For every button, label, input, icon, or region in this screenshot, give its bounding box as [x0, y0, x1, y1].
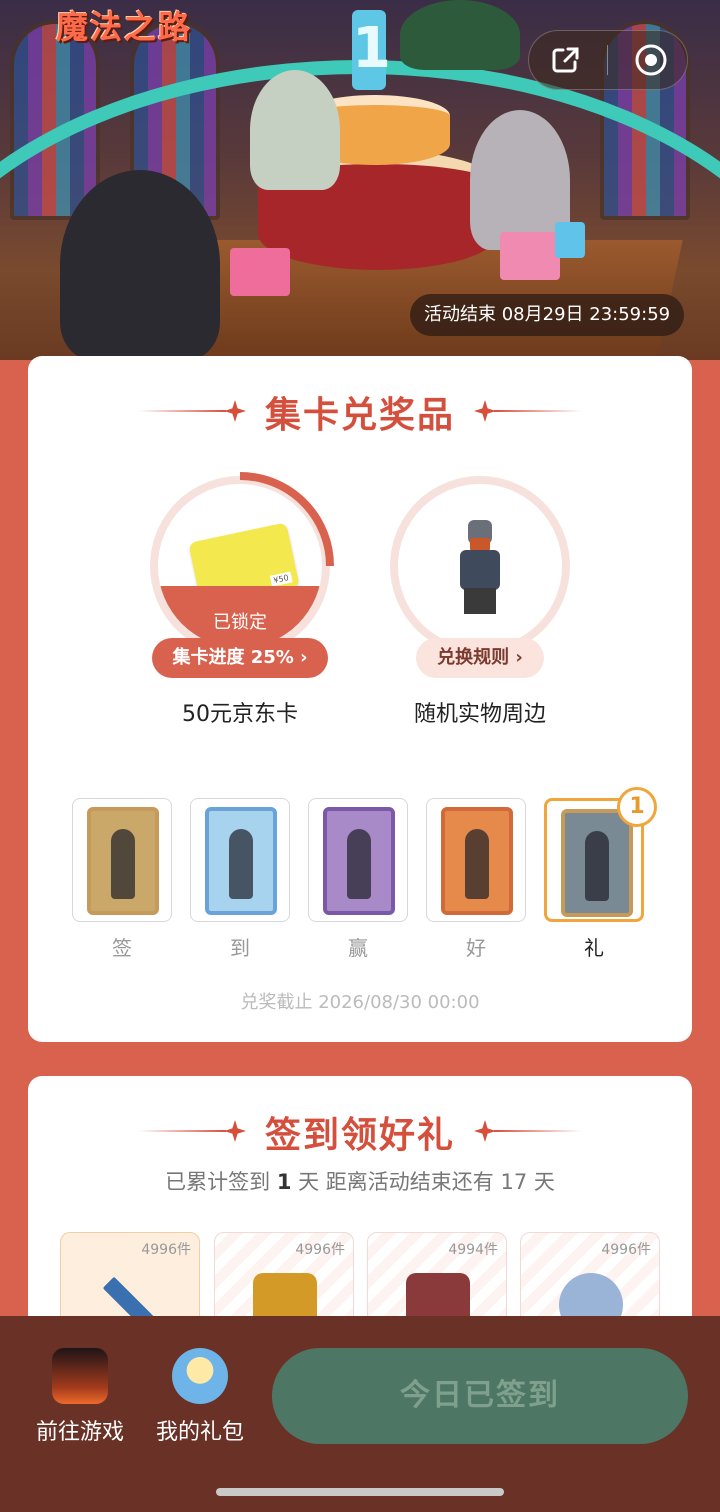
- card-character-label: 好: [466, 936, 486, 960]
- chevron-right-icon: ›: [300, 647, 308, 668]
- mini-program-capsule: [528, 30, 688, 90]
- character-card[interactable]: [72, 798, 172, 922]
- collect-cards-panel: 集卡兑奖品 ¥50 已锁定 集卡进度 25% › 50元京东卡 兑换规则 › 随…: [28, 356, 692, 1042]
- capsule-divider: [607, 45, 609, 75]
- character-cards-row: 1: [72, 787, 657, 928]
- game-app-icon: [52, 1348, 108, 1404]
- warrior-figure-image: [452, 520, 508, 614]
- card-character-label: 赢: [348, 936, 368, 960]
- card-count-badge: 1: [617, 787, 657, 827]
- prize-random-merch[interactable]: [390, 476, 570, 656]
- share-button[interactable]: [535, 30, 595, 90]
- exchange-rules-button[interactable]: 兑换规则 ›: [416, 638, 544, 678]
- game-logo: 魔法之路: [56, 8, 193, 46]
- card-artwork: [323, 807, 395, 915]
- title-divider-right: [494, 1130, 582, 1132]
- days-signed-count: 1: [276, 1170, 292, 1194]
- event-banner: 1 魔法之路 活动结束 08月29日 23:59:59: [0, 0, 720, 360]
- my-gifts-label: 我的礼包: [155, 1420, 244, 1445]
- redeem-deadline: 兑奖截止 2026/08/30 00:00: [240, 992, 480, 1013]
- collect-progress-button[interactable]: 集卡进度 25% ›: [152, 638, 328, 678]
- go-to-game-button[interactable]: 前往游戏: [30, 1348, 130, 1446]
- banner-character-mage: [60, 170, 220, 360]
- candle-number: 1: [352, 16, 391, 81]
- bottom-action-bar: 前往游戏 我的礼包 今日已签到: [0, 1316, 720, 1512]
- prize-name: 50元京东卡: [182, 702, 298, 727]
- card-artwork: [441, 807, 513, 915]
- progress-ring: [146, 472, 334, 660]
- summary-suffix: 天 距离活动结束还有 17 天: [291, 1170, 555, 1194]
- character-card[interactable]: 1: [544, 787, 657, 922]
- share-icon: [552, 47, 579, 73]
- my-gifts-button[interactable]: 我的礼包: [148, 1348, 252, 1446]
- go-to-game-label: 前往游戏: [35, 1420, 124, 1445]
- banner-character-archer: [400, 0, 520, 70]
- card-artwork: [561, 809, 633, 917]
- card-artwork: [87, 807, 159, 915]
- home-indicator: [216, 1488, 504, 1496]
- signed-today-button[interactable]: 今日已签到: [272, 1348, 688, 1444]
- record-icon: [635, 44, 667, 76]
- gift-box: [230, 248, 290, 296]
- title-divider-right: [494, 410, 582, 412]
- banner-character-elf: [250, 70, 340, 190]
- character-card[interactable]: [308, 798, 408, 922]
- figure-body: [460, 550, 500, 590]
- rules-label: 兑换规则: [437, 647, 510, 668]
- card-character-label: 到: [230, 936, 250, 960]
- signin-summary: 已累计签到 1 天 距离活动结束还有 17 天: [28, 1166, 692, 1196]
- progress-label: 集卡进度 25%: [172, 647, 294, 668]
- card-character-label: 礼: [584, 936, 604, 960]
- prize-name: 随机实物周边: [413, 702, 546, 727]
- close-miniprogram-button[interactable]: [621, 30, 681, 90]
- card-artwork: [205, 807, 277, 915]
- character-card[interactable]: [190, 798, 290, 922]
- figure-legs: [464, 588, 496, 614]
- card-character-label: 签: [112, 936, 132, 960]
- gift-avatar-icon: [172, 1348, 228, 1404]
- reward-stock-count: 4996件: [141, 1242, 191, 1258]
- summary-prefix: 已累计签到: [165, 1170, 277, 1194]
- character-card[interactable]: [426, 798, 526, 922]
- section-title: 集卡兑奖品: [264, 395, 455, 436]
- section-title: 签到领好礼: [264, 1115, 455, 1156]
- chevron-right-icon: ›: [515, 647, 523, 668]
- reward-stock-count: 4994件: [448, 1242, 498, 1258]
- event-end-badge: 活动结束 08月29日 23:59:59: [410, 294, 685, 336]
- gift-box: [555, 222, 585, 258]
- reward-stock-count: 4996件: [295, 1242, 345, 1258]
- reward-stock-count: 4996件: [601, 1242, 651, 1258]
- gift-box: [500, 232, 560, 280]
